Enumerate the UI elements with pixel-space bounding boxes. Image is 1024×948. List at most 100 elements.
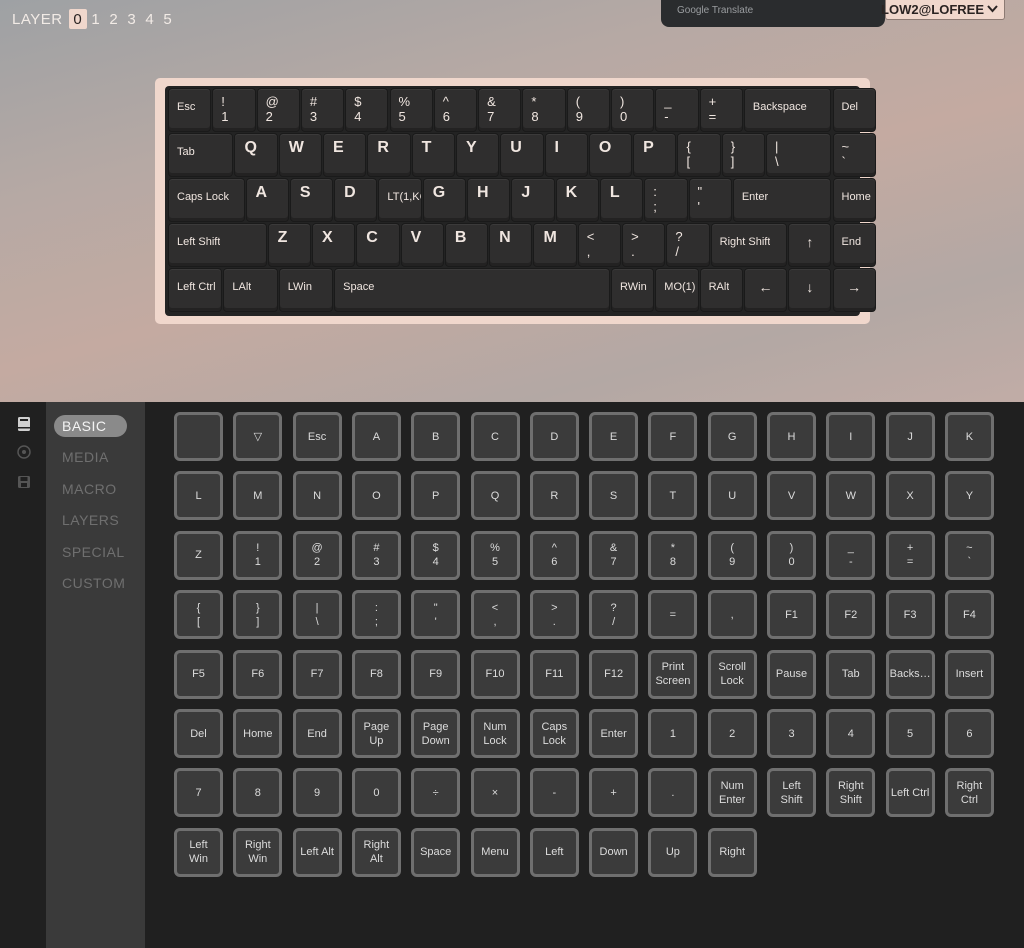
- keycode-button[interactable]: Down: [589, 827, 639, 877]
- keycode-button[interactable]: Y: [944, 471, 994, 521]
- keycode-button[interactable]: Backs…: [885, 649, 935, 699]
- keycode-button[interactable]: 6: [944, 709, 994, 758]
- keycode-button[interactable]: # 3: [351, 530, 401, 580]
- keyboard-key[interactable]: P: [633, 133, 677, 177]
- keycode-button[interactable]: P: [411, 471, 461, 521]
- keycode-button[interactable]: Q: [470, 471, 520, 521]
- keycode-button[interactable]: @ 2: [292, 530, 342, 580]
- keycode-button[interactable]: T: [648, 471, 698, 521]
- keycode-button[interactable]: K: [944, 412, 994, 461]
- keycode-button[interactable]: ▽: [233, 412, 283, 461]
- keyboard-key[interactable]: U: [500, 133, 544, 177]
- keyboard-key[interactable]: _ -: [655, 88, 699, 132]
- keyboard-key[interactable]: ↓: [788, 268, 832, 312]
- keycode-button[interactable]: ! 1: [233, 530, 283, 580]
- keycode-button[interactable]: W: [826, 471, 876, 521]
- keycode-button[interactable]: F11: [529, 649, 579, 699]
- keyboard-key[interactable]: Left Ctrl: [168, 268, 223, 312]
- keycode-button[interactable]: Left Shift: [767, 768, 816, 818]
- keycode-button[interactable]: Page Down: [411, 709, 461, 758]
- keycode-button[interactable]: Space: [411, 827, 461, 877]
- keycode-button[interactable]: =: [648, 590, 698, 640]
- layer-1-button[interactable]: 1: [87, 9, 105, 29]
- keyboard-key[interactable]: X: [311, 223, 356, 267]
- keyboard-key[interactable]: ) 0: [611, 88, 655, 132]
- keycode-button[interactable]: _ -: [826, 530, 876, 580]
- keyboard-key[interactable]: G: [422, 178, 467, 222]
- keycode-button[interactable]: 3: [767, 709, 816, 758]
- keyboard-key[interactable]: ^ 6: [433, 88, 478, 132]
- keyboard-key[interactable]: MO(1): [655, 268, 699, 312]
- keyboard-key[interactable]: * 8: [522, 88, 566, 132]
- keyboard-key[interactable]: ~ `: [832, 133, 876, 177]
- keyboard-key[interactable]: Esc: [168, 88, 212, 132]
- keyboard-key[interactable]: Tab: [168, 133, 234, 177]
- layer-5-button[interactable]: 5: [159, 9, 177, 29]
- keyboard-key[interactable]: RAlt: [699, 268, 743, 312]
- keycode-button[interactable]: F8: [351, 649, 401, 699]
- keyboard-key[interactable]: D: [334, 178, 378, 222]
- device-selector[interactable]: LOW2@LOFREE: [881, 0, 1005, 20]
- keycode-button[interactable]: * 8: [648, 530, 698, 580]
- keyboard-key[interactable]: Del: [832, 88, 876, 132]
- keycode-button[interactable]: F: [648, 412, 698, 461]
- keycode-button[interactable]: ÷: [411, 768, 461, 818]
- keycode-button[interactable]: Home: [233, 709, 283, 758]
- keycode-button[interactable]: | \: [292, 590, 342, 640]
- keyboard-key[interactable]: : ;: [644, 178, 688, 222]
- keyboard-key[interactable]: ( 9: [566, 88, 610, 132]
- keyboard-key[interactable]: < ,: [577, 223, 622, 267]
- keycode-button[interactable]: F9: [411, 649, 461, 699]
- keycode-button[interactable]: 2: [707, 709, 757, 758]
- keyboard-key[interactable]: Enter: [732, 178, 832, 222]
- keyboard-key[interactable]: K: [555, 178, 599, 222]
- keycode-button[interactable]: Scroll Lock: [707, 649, 757, 699]
- layer-0-button[interactable]: 0: [68, 9, 87, 29]
- keycode-button[interactable]: { [: [174, 590, 223, 640]
- keycode-button[interactable]: -: [529, 768, 579, 818]
- keyboard-key[interactable]: { [: [677, 133, 721, 177]
- keycode-button[interactable]: ) 0: [767, 530, 816, 580]
- keycode-button[interactable]: F3: [885, 590, 935, 640]
- keyboard-key[interactable]: L: [599, 178, 644, 222]
- keycode-button[interactable]: I: [826, 412, 876, 461]
- keycode-button[interactable]: > .: [529, 590, 579, 640]
- menu-item-special[interactable]: SPECIAL: [54, 541, 133, 563]
- keycode-button[interactable]: 1: [648, 709, 698, 758]
- keyboard-key[interactable]: & 7: [478, 88, 522, 132]
- keyboard-key[interactable]: + =: [699, 88, 743, 132]
- keycode-button[interactable]: F10: [470, 649, 520, 699]
- keycode-button[interactable]: X: [885, 471, 935, 521]
- keyboard-key[interactable]: # 3: [300, 88, 345, 132]
- keycode-button[interactable]: Num Lock: [470, 709, 520, 758]
- keycode-button[interactable]: } ]: [233, 590, 283, 640]
- keycode-button[interactable]: F5: [174, 649, 223, 699]
- layer-3-button[interactable]: 3: [123, 9, 141, 29]
- keycode-button[interactable]: & 7: [589, 530, 639, 580]
- keycode-button[interactable]: F6: [233, 649, 283, 699]
- keyboard-key[interactable]: LWin: [278, 268, 334, 312]
- keyboard-key[interactable]: Right Shift: [710, 223, 788, 267]
- keycode-button[interactable]: 5: [885, 709, 935, 758]
- keyboard-key[interactable]: End: [832, 223, 876, 267]
- keyboard-key[interactable]: E: [323, 133, 367, 177]
- keycode-button[interactable]: [174, 412, 223, 461]
- keycode-button[interactable]: Left: [529, 827, 579, 877]
- keycode-button[interactable]: + =: [885, 530, 935, 580]
- keycode-button[interactable]: Right Shift: [826, 768, 876, 818]
- keyboard-key[interactable]: A: [245, 178, 289, 222]
- keycode-button[interactable]: Left Alt: [292, 827, 342, 877]
- keycode-button[interactable]: U: [707, 471, 757, 521]
- keycode-button[interactable]: 0: [351, 768, 401, 818]
- keycode-button[interactable]: : ;: [351, 590, 401, 640]
- keycode-button[interactable]: Del: [174, 709, 223, 758]
- keycode-button[interactable]: $ 4: [411, 530, 461, 580]
- keyboard-key[interactable]: ! 1: [212, 88, 256, 132]
- keycode-button[interactable]: 7: [174, 768, 223, 818]
- keyboard-key[interactable]: @ 2: [256, 88, 300, 132]
- keycode-button[interactable]: H: [767, 412, 816, 461]
- keyboard-key[interactable]: Q: [234, 133, 278, 177]
- keyboard-key[interactable]: RWin: [611, 268, 655, 312]
- menu-item-macro[interactable]: MACRO: [54, 478, 125, 500]
- keyboard-key[interactable]: % 5: [389, 88, 433, 132]
